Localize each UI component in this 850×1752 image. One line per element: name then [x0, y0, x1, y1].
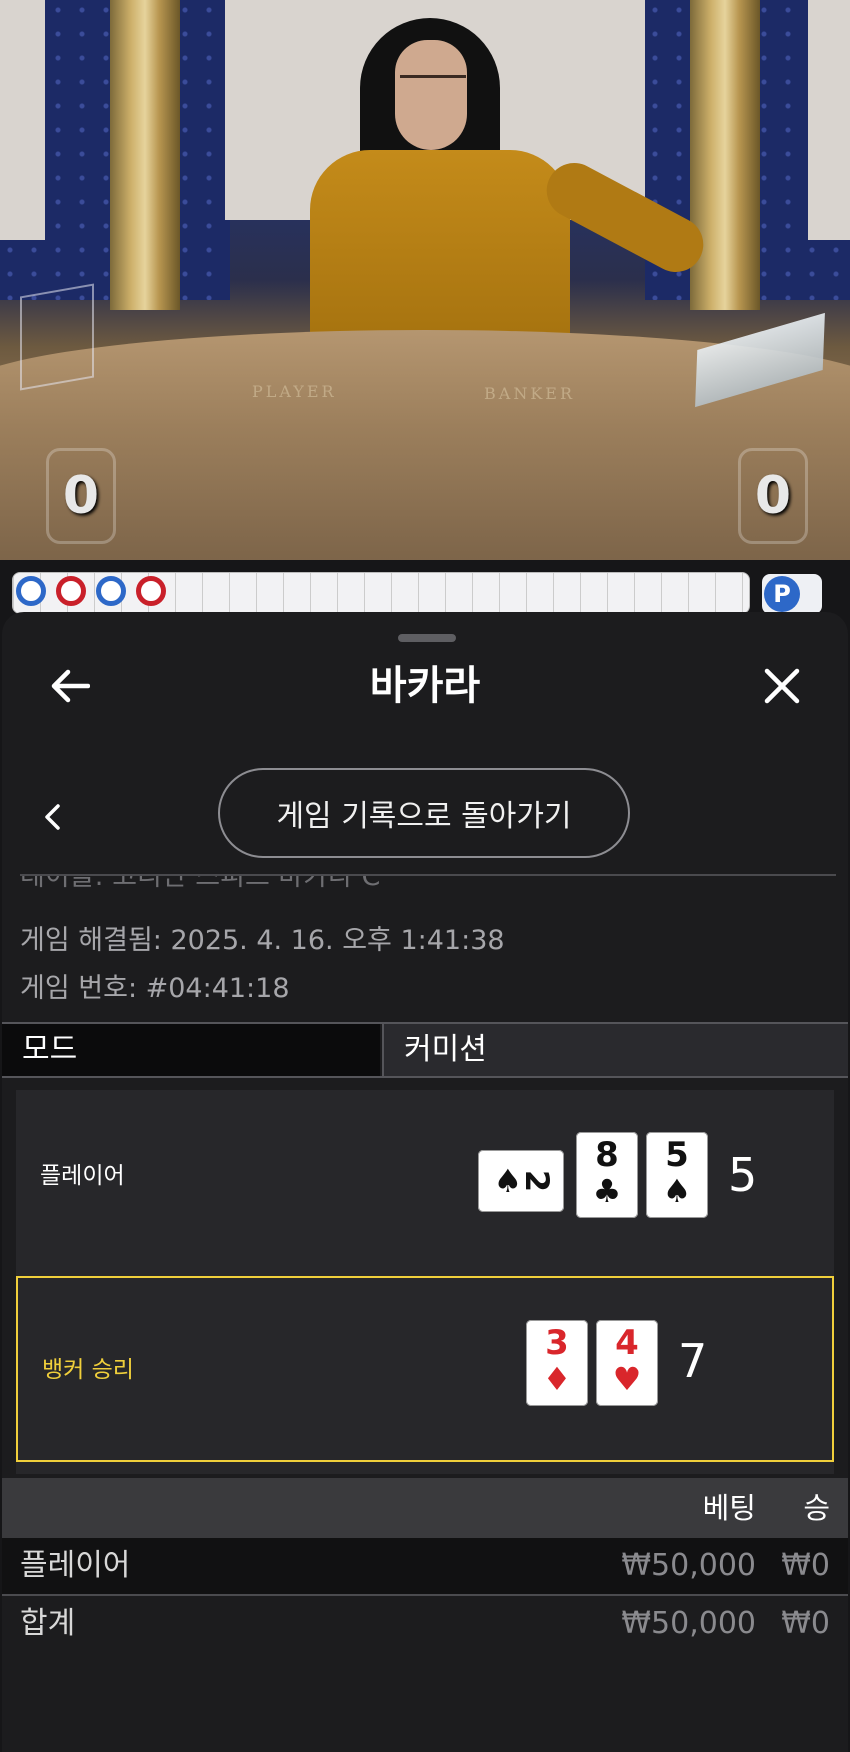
bet-column-header: 베팅: [702, 1491, 756, 1525]
banker-score-box: 0: [738, 448, 808, 544]
table-row: 플레이어 ₩50,000 ₩0: [2, 1538, 848, 1596]
card-rank: 5: [665, 1135, 689, 1175]
player-hand-row: 플레이어 ♠2 8 ♣ 5 ♠ 5: [16, 1090, 834, 1270]
card-suit: ♥: [612, 1360, 642, 1398]
wall-panel-left: [0, 0, 45, 240]
table-row: 합계 ₩50,000 ₩0: [2, 1596, 848, 1652]
road-player-prediction[interactable]: P: [762, 574, 822, 614]
road-result-banker: [56, 576, 86, 606]
player-score: 0: [62, 466, 100, 526]
road-result-player: [96, 576, 126, 606]
card-rank: 4: [615, 1323, 639, 1363]
table-label-banker: BANKER: [484, 384, 575, 403]
gold-pillar-left: [110, 0, 180, 310]
gold-pillar-right: [690, 0, 760, 310]
table-label-player: PLAYER: [252, 382, 337, 401]
total-win-amount: ₩0: [781, 1606, 830, 1641]
info-scroll-clip: 테이블: 코리안 스피드 바카라 C: [2, 876, 848, 916]
playing-card: 3 ♦: [526, 1320, 588, 1406]
player-hand-score: 5: [728, 1148, 758, 1202]
road-p-badge: P: [764, 576, 800, 612]
player-hand-label: 플레이어: [40, 1163, 125, 1189]
card-rank: 3: [545, 1323, 569, 1363]
card-rank: 8: [595, 1135, 619, 1175]
resolved-time-line: 게임 해결됨: 2025. 4. 16. 오후 1:41:38: [20, 925, 505, 956]
card-discard-holder: [20, 283, 94, 391]
live-video-feed: PLAYER BANKER 0 0: [0, 0, 850, 560]
hands-panel: 플레이어 ♠2 8 ♣ 5 ♠ 5 뱅커 승리 3 ♦ 4 ♥ 7: [16, 1090, 834, 1474]
player-score-box: 0: [46, 448, 116, 544]
quilted-wall-center-left: [175, 0, 230, 300]
bet-row-label: 플레이어: [20, 1548, 131, 1583]
road-result-banker: [136, 576, 166, 606]
previous-game-button[interactable]: [32, 792, 72, 842]
banker-hand-score: 7: [678, 1334, 708, 1388]
dealer-body: [310, 150, 570, 350]
playing-card: 5 ♠: [646, 1132, 708, 1218]
banker-hand-row: 뱅커 승리 3 ♦ 4 ♥ 7: [16, 1276, 834, 1462]
tab-mode[interactable]: 모드: [2, 1024, 380, 1076]
win-amount: ₩0: [781, 1548, 830, 1583]
card-suit: ♠: [662, 1172, 692, 1210]
card-suit: ♦: [542, 1360, 572, 1398]
road-result-player: [16, 576, 46, 606]
bet-table-header: 베팅 승: [2, 1478, 848, 1538]
playing-card: ♠2: [478, 1150, 564, 1212]
card-rank: 2: [518, 1169, 557, 1193]
banker-win-label: 뱅커 승리: [42, 1357, 134, 1383]
total-row-label: 합계: [20, 1606, 76, 1641]
bet-amount: ₩50,000: [621, 1548, 756, 1583]
tab-bar: 모드 커미션: [2, 1022, 848, 1078]
game-history-sheet: 바카라 게임 기록으로 돌아가기 테이블: 코리안 스피드 바카라 C 게임 해…: [2, 612, 848, 1752]
banker-score: 0: [754, 466, 792, 526]
playing-card: 8 ♣: [576, 1132, 638, 1218]
tab-commission[interactable]: 커미션: [382, 1024, 848, 1076]
wall-panel-right: [808, 0, 850, 240]
dealer-glasses: [400, 75, 466, 98]
close-icon: [764, 668, 800, 704]
close-button[interactable]: [752, 656, 812, 716]
game-number-line: 게임 번호: #04:41:18: [20, 973, 290, 1004]
card-suit: ♣: [592, 1172, 622, 1210]
drag-handle[interactable]: [398, 634, 456, 642]
table-name-line: 테이블: 코리안 스피드 바카라 C: [20, 876, 381, 892]
playing-card: 4 ♥: [596, 1320, 658, 1406]
back-to-history-button[interactable]: 게임 기록으로 돌아가기: [218, 768, 630, 858]
total-bet-amount: ₩50,000: [621, 1606, 756, 1641]
chevron-left-icon: [45, 804, 60, 830]
sheet-title: 바카라: [369, 663, 481, 709]
win-column-header: 승: [803, 1491, 830, 1525]
